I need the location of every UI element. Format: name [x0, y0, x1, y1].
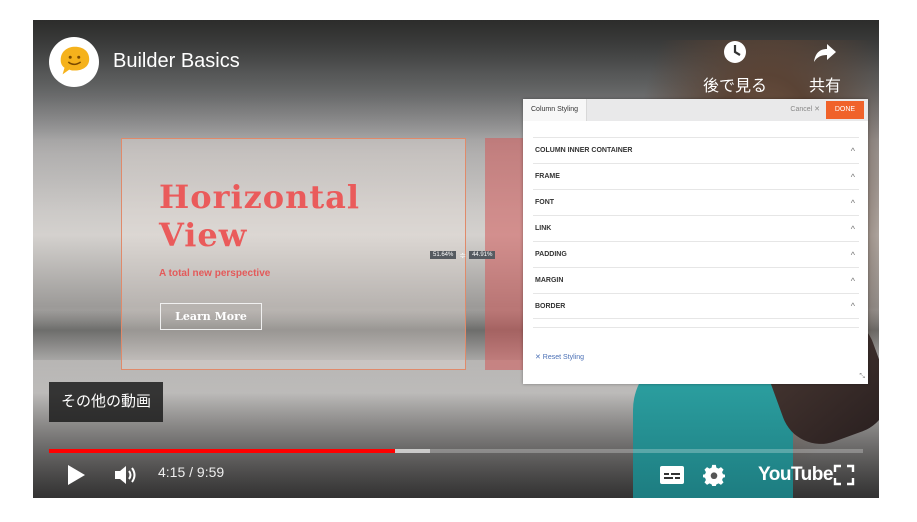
subtitles-button[interactable] [659, 460, 685, 490]
section-label: COLUMN INNER CONTAINER [535, 147, 633, 154]
tab-column-styling[interactable]: Column Styling [523, 99, 588, 121]
time-current: 4:15 [158, 464, 186, 480]
share-arrow-icon [790, 38, 860, 66]
watch-later-label: 後で見る [702, 78, 767, 95]
section-label: FRAME [535, 173, 560, 180]
section-border[interactable]: BORDER ^ [533, 293, 859, 319]
section-frame[interactable]: FRAME ^ [533, 163, 859, 189]
section-label: LINK [535, 225, 552, 232]
subtitles-icon [660, 466, 684, 484]
share-button[interactable]: 共有 [790, 38, 860, 96]
gear-icon [703, 464, 725, 486]
section-font[interactable]: FONT ^ [533, 189, 859, 215]
fullscreen-button[interactable] [833, 460, 855, 490]
cancel-button[interactable]: Cancel ✕ [790, 99, 820, 121]
panel-divider [533, 327, 859, 328]
volume-button[interactable] [113, 460, 141, 490]
youtube-logo-link[interactable]: YouTube [758, 460, 833, 490]
time-display: 4:15 / 9:59 [158, 464, 224, 480]
channel-avatar[interactable] [49, 37, 99, 87]
fullscreen-icon [833, 464, 855, 486]
split-handle-icon: ≑ [459, 250, 467, 260]
time-total: 9:59 [196, 464, 225, 480]
chevron-up-icon: ^ [850, 145, 855, 156]
chevron-up-icon: ^ [850, 275, 855, 286]
watch-later-button[interactable]: 後で見る [700, 38, 770, 96]
split-right-percent: 44.91% [469, 251, 496, 259]
video-title[interactable]: Builder Basics [113, 50, 240, 73]
video-player[interactable]: Horizontal View A total new perspective … [33, 20, 879, 498]
chevron-up-icon: ^ [850, 197, 855, 208]
split-left-percent: 51.64% [430, 251, 457, 259]
time-separator: / [185, 464, 197, 480]
volume-icon [115, 466, 136, 484]
chevron-up-icon: ^ [850, 171, 855, 182]
styling-section-list: COLUMN INNER CONTAINER ^ FRAME ^ FONT ^ LIN… [533, 137, 859, 319]
speech-bubble-smiley-icon [60, 46, 90, 75]
play-icon [68, 465, 85, 485]
section-link[interactable]: LINK ^ [533, 215, 859, 241]
chevron-up-icon: ^ [850, 223, 855, 234]
resize-handle-icon[interactable]: ⤡ [859, 373, 865, 381]
reset-styling-link[interactable]: ✕ Reset Styling [535, 353, 584, 361]
section-label: PADDING [535, 251, 567, 258]
youtube-label: YouTube [758, 464, 833, 485]
column-split-indicator: 51.64% ≑ 44.91% [430, 250, 496, 260]
demo-subheading: A total new perspective [159, 268, 271, 279]
clock-icon [700, 38, 770, 66]
chevron-up-icon: ^ [850, 249, 855, 260]
panel-header: Column Styling Cancel ✕ DONE [523, 99, 868, 121]
play-button[interactable] [65, 460, 87, 490]
section-label: FONT [535, 199, 555, 206]
settings-button[interactable] [703, 460, 725, 490]
section-margin[interactable]: MARGIN ^ [533, 267, 859, 293]
demo-heading: Horizontal View [159, 178, 361, 254]
section-padding[interactable]: PADDING ^ [533, 241, 859, 267]
section-column-inner-container[interactable]: COLUMN INNER CONTAINER ^ [533, 137, 859, 163]
column-styling-panel: Column Styling Cancel ✕ DONE COLUMN INNE… [523, 99, 868, 384]
done-button[interactable]: DONE [826, 101, 864, 119]
chevron-up-icon: ^ [850, 301, 855, 311]
share-label: 共有 [808, 78, 841, 95]
section-label: BORDER [535, 302, 566, 310]
demo-learn-more-button: Learn More [160, 303, 262, 330]
demo-column-left [121, 138, 466, 370]
more-videos-button[interactable]: その他の動画 [49, 382, 164, 422]
section-label: MARGIN [535, 277, 564, 284]
progress-played [49, 449, 395, 453]
progress-bar[interactable] [49, 449, 863, 453]
